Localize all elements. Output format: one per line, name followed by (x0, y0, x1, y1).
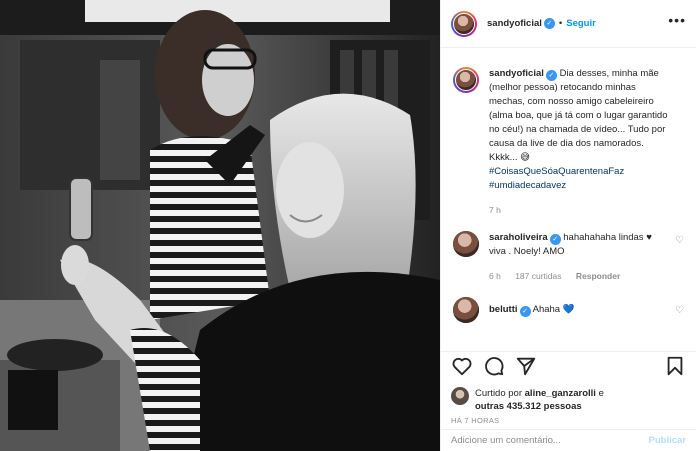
verified-icon: ✓ (519, 306, 531, 317)
caption: sandyoficial ✓ Dia desses, minha mãe (mel… (453, 67, 684, 217)
comment-like-heart-icon[interactable]: ♡ (675, 305, 684, 316)
photo-illustration (0, 0, 440, 451)
author-avatar[interactable] (451, 10, 477, 37)
commenter-avatar[interactable] (453, 297, 479, 323)
reply-button[interactable]: Responder (576, 271, 620, 281)
instagram-post: sandyoficial ✓ • Seguir ••• sandyoficial… (0, 0, 696, 451)
bookmark-icon[interactable] (664, 355, 686, 377)
heart-icon[interactable] (451, 355, 473, 377)
author-username[interactable]: sandyoficial (487, 18, 542, 29)
more-options-icon[interactable]: ••• (668, 12, 686, 28)
hashtag-link[interactable]: #umdiadecadavez (489, 180, 566, 191)
hashtag-link[interactable]: #CoisasQueSóaQuarentenaFaz (489, 166, 624, 177)
liker-username[interactable]: aline_ganzarolli (525, 388, 596, 399)
post-timestamp[interactable]: HÁ 7 HORAS (451, 416, 499, 425)
comment-item: belutti ✓ Ahaha 💙 ♡ (453, 297, 684, 323)
post-actions (441, 351, 696, 379)
commenter-username[interactable]: saraholiveira (489, 232, 548, 243)
add-comment-bar: Publicar (441, 429, 696, 451)
comment-likes[interactable]: 187 curtidas (515, 271, 561, 281)
separator-dot: • (558, 18, 563, 29)
likes-prefix: Curtido por (475, 388, 522, 399)
likes-others[interactable]: outras 435.312 pessoas (475, 401, 582, 412)
commenter-avatar[interactable] (453, 231, 479, 257)
comment-time[interactable]: 6 h (489, 271, 501, 281)
follow-button[interactable]: Seguir (566, 18, 596, 29)
verified-icon: ✓ (545, 70, 557, 81)
comments-list[interactable]: sandyoficial ✓ Dia desses, minha mãe (mel… (441, 49, 696, 351)
comment-text: Ahaha 💙 (532, 304, 575, 315)
caption-username[interactable]: sandyoficial (489, 68, 544, 79)
caption-text: Dia desses, minha mãe (melhor pessoa) re… (489, 68, 668, 163)
verified-icon: ✓ (549, 234, 561, 245)
comment-input[interactable] (451, 435, 649, 446)
post-photo[interactable] (0, 0, 440, 451)
post-side-panel: sandyoficial ✓ • Seguir ••• sandyoficial… (440, 0, 696, 451)
publish-button[interactable]: Publicar (649, 435, 687, 446)
caption-time[interactable]: 7 h (489, 205, 501, 215)
comment-icon[interactable] (483, 355, 505, 377)
liker-avatar[interactable] (451, 387, 469, 405)
caption-avatar[interactable] (453, 67, 479, 93)
commenter-username[interactable]: belutti (489, 304, 518, 315)
comment-item: saraholiveira ✓ hahahahaha lindas ♥ viva … (453, 231, 684, 283)
share-icon[interactable] (515, 355, 537, 377)
comment-like-heart-icon[interactable]: ♡ (675, 235, 684, 246)
verified-icon: ✓ (543, 18, 555, 29)
post-header: sandyoficial ✓ • Seguir ••• (441, 0, 696, 48)
likes-connector: e (598, 388, 604, 399)
likes-summary: Curtido por aline_ganzarolli e outras 43… (451, 387, 686, 413)
